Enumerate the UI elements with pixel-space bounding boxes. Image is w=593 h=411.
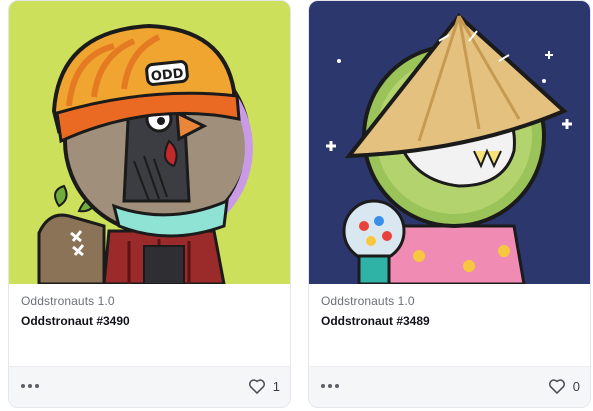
more-options-icon[interactable] [21,379,45,393]
card-footer: 0 [309,366,590,407]
collection-name[interactable]: Oddstronauts 1.0 [321,293,578,309]
like-button[interactable]: 1 [247,376,280,396]
card-footer: 1 [9,366,290,407]
card-info: Oddstronauts 1.0 Oddstronaut #3489 [321,293,578,329]
oddstronaut-rooster-artwork: ODD [9,1,290,284]
collection-name[interactable]: Oddstronauts 1.0 [21,293,278,309]
heart-icon [248,379,265,394]
card-info: Oddstronauts 1.0 Oddstronaut #3490 [21,293,278,329]
heart-icon [548,379,565,394]
oddstronaut-anglerfish-artwork [309,1,590,284]
nft-image[interactable]: ODD [9,1,290,284]
token-name[interactable]: Oddstronaut #3490 [21,313,278,329]
like-count: 1 [272,378,280,394]
nft-card[interactable]: Oddstronauts 1.0 Oddstronaut #3489 0 [308,0,591,408]
nft-image[interactable] [309,1,590,284]
token-name[interactable]: Oddstronaut #3489 [321,313,578,329]
more-options-icon[interactable] [321,379,345,393]
like-button[interactable]: 0 [547,376,580,396]
like-count: 0 [572,378,580,394]
nft-card[interactable]: ODD Oddstronauts 1.0 Oddstronaut #3490 1 [8,0,291,408]
